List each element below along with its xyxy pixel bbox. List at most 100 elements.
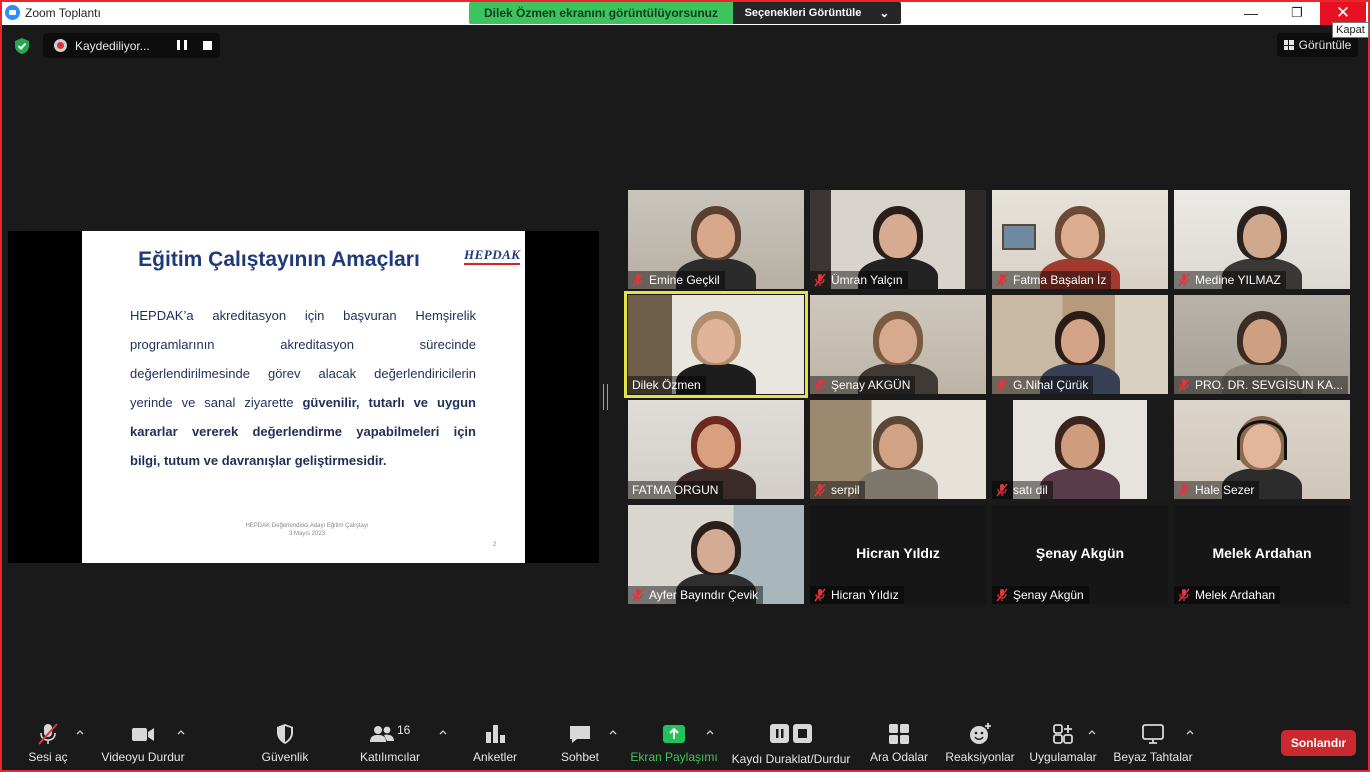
shield-icon xyxy=(272,722,298,746)
microphone-muted-icon xyxy=(1178,483,1190,497)
chevron-up-icon[interactable] xyxy=(1186,728,1194,736)
participant-tile[interactable]: Ayfer Bayındır Çevik xyxy=(628,505,804,604)
view-options-button[interactable]: Seçenekleri Görüntüle ⌄ xyxy=(733,2,901,24)
restore-icon: ❐ xyxy=(1291,4,1303,20)
whiteboards-button[interactable]: Beyaz Tahtalar xyxy=(1113,708,1193,772)
microphone-muted-icon xyxy=(632,273,644,287)
stop-video-button[interactable]: Videoyu Durdur xyxy=(98,708,188,772)
grid-view-icon xyxy=(1283,40,1294,50)
participant-face xyxy=(1061,214,1099,258)
participant-tile[interactable]: Ümran Yalçın xyxy=(810,190,986,289)
shared-screen[interactable]: Eğitim Çalıştayının Amaçları HEPDAK HEPD… xyxy=(8,231,599,563)
share-screen-button[interactable]: Ekran Paylaşımı xyxy=(630,708,718,772)
security-button[interactable]: Güvenlik xyxy=(255,708,315,772)
chevron-up-icon[interactable] xyxy=(439,728,447,736)
slide-text-line: yerinde ve sanal ziyarette güvenilir, tu… xyxy=(130,395,476,410)
participant-tile[interactable]: Melek Ardahan Melek Ardahan xyxy=(1174,505,1350,604)
recording-indicator: Kaydediliyor... xyxy=(43,33,220,58)
apps-label: Uygulamalar xyxy=(1029,750,1097,764)
slide-footer-event: HEPDAK Değerlendirici Adayı Eğitim Çalış… xyxy=(245,523,369,529)
stop-recording-button[interactable] xyxy=(203,41,212,50)
participant-name-bar: FATMA ORGUN xyxy=(628,481,724,499)
participant-tile[interactable]: Emine Geçkil xyxy=(628,190,804,289)
microphone-muted-icon xyxy=(996,378,1008,392)
view-button-label: Görüntüle xyxy=(1298,38,1352,52)
chevron-up-icon[interactable] xyxy=(706,728,714,736)
microphone-muted-icon xyxy=(1178,588,1190,602)
participant-face xyxy=(1243,319,1281,363)
microphone-muted-icon xyxy=(1178,273,1190,287)
participant-name-bar: Hale Sezer xyxy=(1174,481,1260,499)
breakout-rooms-button[interactable]: Ara Odalar xyxy=(869,708,929,772)
participant-name-bar: Emine Geçkil xyxy=(628,271,725,289)
participant-name: G.Nihal Çürük xyxy=(1013,378,1089,392)
microphone-muted-icon xyxy=(996,483,1008,497)
participant-tile[interactable]: PRO. DR. SEVGİSUN KA... xyxy=(1174,295,1350,394)
share-screen-icon xyxy=(661,722,687,746)
participant-tile[interactable]: Hale Sezer xyxy=(1174,400,1350,499)
pause-stop-icon xyxy=(767,722,815,746)
participant-tile[interactable]: Hicran Yıldız Hicran Yıldız xyxy=(810,505,986,604)
wall-picture xyxy=(1002,224,1036,250)
participants-icon: 16 xyxy=(369,722,419,746)
participant-face xyxy=(1061,319,1099,363)
participant-name: Şenay Akgün xyxy=(1013,588,1084,602)
participants-count: 16 xyxy=(397,723,411,737)
participant-name-bar: Ümran Yalçın xyxy=(810,271,908,289)
chat-bubble-icon xyxy=(567,722,593,746)
minimize-button[interactable]: — xyxy=(1228,0,1274,25)
shield-check-icon[interactable] xyxy=(13,37,31,55)
unmute-button[interactable]: Sesi aç xyxy=(22,708,74,772)
participant-tile[interactable]: Medine YILMAZ xyxy=(1174,190,1350,289)
microphone-muted-icon xyxy=(996,588,1008,602)
participant-tile[interactable]: serpil xyxy=(810,400,986,499)
slide-page-number: 2 xyxy=(493,542,497,548)
end-meeting-button[interactable]: Sonlandır xyxy=(1281,730,1356,756)
participant-tile[interactable]: Şenay Akgün Şenay Akgün xyxy=(992,505,1168,604)
share-banner-text: Dilek Özmen ekranını görüntülüyorsunuz xyxy=(469,2,733,24)
slide-text-line: HEPDAK’a akreditasyon için başvuran Hemş… xyxy=(130,308,476,323)
chevron-up-icon[interactable] xyxy=(609,728,617,736)
maximize-button[interactable]: ❐ xyxy=(1274,0,1320,25)
participant-name: Ayfer Bayındır Çevik xyxy=(649,588,759,602)
participant-tile[interactable]: satı dil xyxy=(992,400,1168,499)
slide-text-line: değerlendirilmesinde görev alacak değerl… xyxy=(130,366,476,381)
participant-face xyxy=(697,424,735,468)
participants-button[interactable]: 16 Katılımcılar xyxy=(358,708,422,772)
participant-face xyxy=(697,319,735,363)
participant-tile[interactable]: FATMA ORGUN xyxy=(628,400,804,499)
window-title: Zoom Toplantı xyxy=(25,6,101,20)
chevron-up-icon[interactable] xyxy=(177,728,185,736)
participant-tile[interactable]: Fatma Başalan İz xyxy=(992,190,1168,289)
chat-button[interactable]: Sohbet xyxy=(553,708,607,772)
chevron-up-icon[interactable] xyxy=(76,728,84,736)
participant-name: Hale Sezer xyxy=(1195,483,1255,497)
participant-tile[interactable]: G.Nihal Çürük xyxy=(992,295,1168,394)
polls-button[interactable]: Anketler xyxy=(468,708,522,772)
microphone-muted-icon xyxy=(996,273,1008,287)
slide-title: Eğitim Çalıştayının Amaçları xyxy=(138,248,420,271)
presentation-slide: Eğitim Çalıştayının Amaçları HEPDAK HEPD… xyxy=(82,231,525,563)
security-label: Güvenlik xyxy=(261,750,309,764)
participant-tile[interactable]: Dilek Özmen xyxy=(624,291,808,398)
participant-name: Fatma Başalan İz xyxy=(1013,273,1107,287)
pause-stop-recording-button[interactable]: Kaydı Duraklat/Durdur xyxy=(730,708,852,772)
participant-tile[interactable]: Şenay AKGÜN xyxy=(810,295,986,394)
polls-label: Anketler xyxy=(472,750,518,764)
participant-face xyxy=(879,424,917,468)
participant-face xyxy=(697,529,735,573)
microphone-muted-icon xyxy=(814,378,826,392)
reactions-label: Reaksiyonlar xyxy=(945,750,1015,764)
slide-text-line: bilgi, tutum ve davranışlar geliştirmesi… xyxy=(130,453,387,468)
chevron-up-icon[interactable] xyxy=(1088,728,1096,736)
panel-splitter[interactable] xyxy=(603,384,608,410)
microphone-muted-icon xyxy=(814,273,826,287)
participant-name: PRO. DR. SEVGİSUN KA... xyxy=(1195,378,1344,392)
participant-face xyxy=(697,214,735,258)
reactions-button[interactable]: Reaksiyonlar xyxy=(945,708,1015,772)
apps-button[interactable]: Uygulamalar xyxy=(1027,708,1099,772)
participant-name-bar: Melek Ardahan xyxy=(1174,586,1281,604)
microphone-muted-icon xyxy=(35,722,61,746)
pause-recording-button[interactable] xyxy=(177,40,187,50)
participant-name-bar: Dilek Özmen xyxy=(628,376,706,394)
